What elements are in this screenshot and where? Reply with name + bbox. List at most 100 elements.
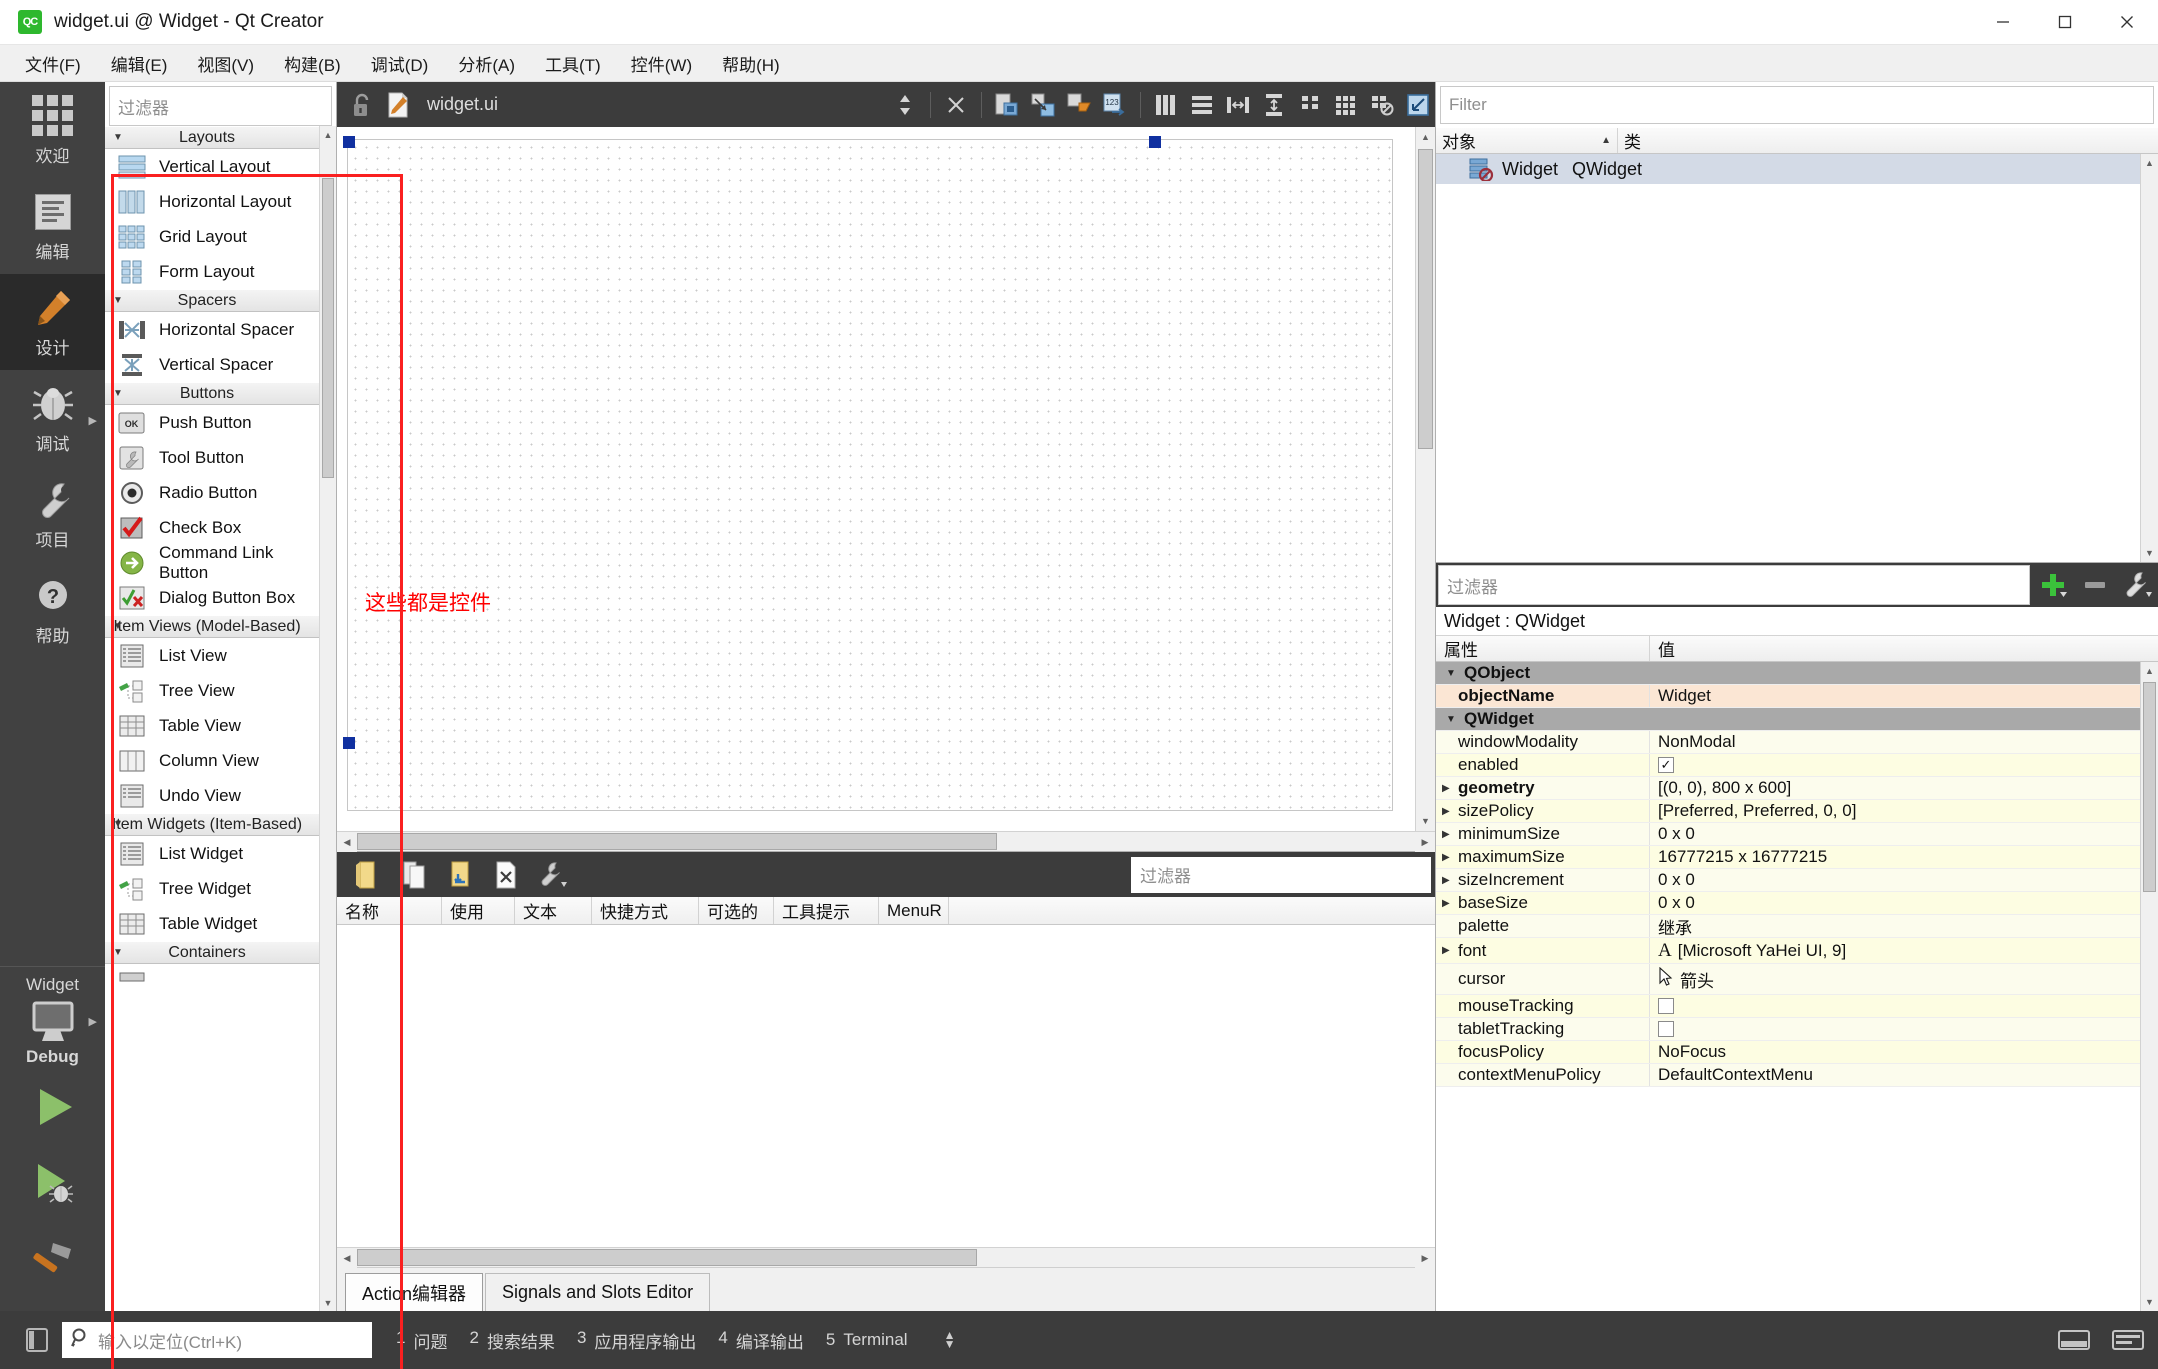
widget-item-tree-view[interactable]: Tree View [105, 673, 319, 708]
chevron-down-icon[interactable]: ▼ [1446, 714, 1456, 725]
output-pane-terminal[interactable]: 5 Terminal [826, 1330, 908, 1350]
chevron-right-icon[interactable]: ▶ [1442, 875, 1450, 886]
scroll-down-arrow-icon[interactable]: ▼ [320, 1294, 336, 1311]
column-header-used[interactable]: 使用 [442, 897, 515, 924]
property-row-tablettracking[interactable]: tabletTracking [1436, 1018, 2158, 1041]
widget-item-column-view[interactable]: Column View [105, 743, 319, 778]
property-row-windowmodality[interactable]: windowModality NonModal [1436, 731, 2158, 754]
property-row-sizeincrement[interactable]: ▶ sizeIncrement 0 x 0 [1436, 869, 2158, 892]
widget-item-form-layout[interactable]: Form Layout [105, 254, 319, 289]
widget-item-undo-view[interactable]: Undo View [105, 778, 319, 813]
maximize-button[interactable] [2034, 0, 2096, 45]
property-row-cursor[interactable]: cursor 箭头 [1436, 964, 2158, 995]
canvas-vertical-scrollbar[interactable]: ▲ ▼ [1415, 127, 1435, 831]
property-row-maximumsize[interactable]: ▶ maximumSize 16777215 x 16777215 [1436, 846, 2158, 869]
property-value[interactable] [1650, 995, 2158, 1017]
updown-arrows-icon[interactable] [888, 88, 922, 122]
chevron-down-icon[interactable]: ▼ [1446, 668, 1456, 679]
kit-arrow-icon[interactable]: ▶ [89, 1015, 97, 1028]
mode-debug[interactable]: ▶ 调试 [0, 370, 105, 466]
menu-view[interactable]: 视图(V) [182, 47, 269, 80]
output-pane-compile-output[interactable]: 4 编译输出 [718, 1328, 803, 1353]
edit-tab-order-icon[interactable]: 123 [1098, 88, 1132, 122]
enabled-checkbox[interactable]: ✓ [1658, 757, 1674, 773]
mode-help[interactable]: ? 帮助 [0, 562, 105, 658]
property-row-geometry[interactable]: ▶ geometry [(0, 0), 800 x 600] [1436, 777, 2158, 800]
property-value[interactable]: A [Microsoft YaHei UI, 9] [1650, 938, 2158, 963]
menu-window[interactable]: 控件(W) [616, 47, 707, 80]
adjust-size-icon[interactable] [1401, 88, 1435, 122]
chevron-right-icon[interactable]: ▶ [1442, 945, 1450, 956]
widget-item-container-partial[interactable] [105, 964, 319, 999]
tab-action-editor[interactable]: Action编辑器 [345, 1273, 484, 1311]
add-property-button[interactable] [2032, 563, 2074, 607]
menu-analyze[interactable]: 分析(A) [443, 47, 530, 80]
layout-splitter-vertical-icon[interactable] [1257, 88, 1291, 122]
layout-vertically-icon[interactable] [1185, 88, 1219, 122]
output-pane-issues[interactable]: 1 问题 [396, 1328, 447, 1353]
mode-edit[interactable]: 编辑 [0, 178, 105, 274]
widget-item-horizontal-layout[interactable]: Horizontal Layout [105, 184, 319, 219]
layout-form-icon[interactable] [1293, 88, 1327, 122]
object-inspector-row-widget[interactable]: Widget QWidget [1436, 154, 2158, 184]
scroll-left-arrow-icon[interactable]: ◀ [337, 1248, 357, 1268]
output-pane-application-output[interactable]: 3 应用程序输出 [577, 1328, 696, 1353]
object-inspector-filter-input[interactable]: Filter [1440, 86, 2154, 124]
column-header-checkable[interactable]: 可选的 [699, 897, 774, 924]
debug-button[interactable] [0, 1145, 105, 1221]
property-value[interactable]: 继承 [1650, 915, 2158, 938]
canvas-horizontal-scrollbar[interactable]: ◀ ▶ [337, 831, 1435, 852]
column-header-name[interactable]: 名称 [337, 897, 442, 924]
scroll-up-arrow-icon[interactable]: ▲ [2141, 662, 2158, 680]
widget-item-command-link-button[interactable]: Command Link Button [105, 543, 319, 582]
property-value[interactable]: [Preferred, Preferred, 0, 0] [1650, 800, 2158, 822]
output-pane-toggle-icon[interactable] [2054, 1325, 2094, 1355]
property-scroll-thumb[interactable] [2143, 682, 2156, 892]
break-layout-icon[interactable] [1365, 88, 1399, 122]
menu-debug[interactable]: 调试(D) [356, 47, 444, 80]
menu-edit[interactable]: 编辑(E) [96, 47, 183, 80]
widgetbox-category-spacers[interactable]: ▼ Spacers [105, 289, 319, 312]
configure-property-button[interactable] [2116, 563, 2158, 607]
widget-item-table-view[interactable]: Table View [105, 708, 319, 743]
scroll-down-arrow-icon[interactable]: ▼ [2141, 544, 2158, 562]
mode-design[interactable]: 设计 [0, 274, 105, 370]
column-header-shortcut[interactable]: 快捷方式 [592, 897, 699, 924]
action-editor-hscrollbar[interactable]: ◀ ▶ [337, 1247, 1435, 1268]
menu-tools[interactable]: 工具(T) [530, 47, 616, 80]
resize-handle-top-left[interactable] [343, 136, 355, 148]
scroll-up-arrow-icon[interactable]: ▲ [2141, 154, 2158, 172]
locator-input[interactable]: 输入以定位(Ctrl+K) [62, 1322, 372, 1358]
column-header-value[interactable]: 值 [1650, 636, 2158, 661]
open-file-name[interactable]: widget.ui [427, 94, 498, 115]
edit-signals-slots-icon[interactable] [1026, 88, 1060, 122]
property-value[interactable]: 0 x 0 [1650, 823, 2158, 845]
remove-property-button[interactable] [2074, 563, 2116, 607]
property-value[interactable]: NoFocus [1650, 1041, 2158, 1063]
layout-horizontally-icon[interactable] [1149, 88, 1183, 122]
widgetbox-scrollbar[interactable]: ▲ ▼ [319, 126, 336, 1311]
tablettracking-checkbox[interactable] [1658, 1021, 1674, 1037]
property-group-qwidget[interactable]: ▼ QWidget [1436, 708, 2158, 731]
widget-item-vertical-layout[interactable]: Vertical Layout [105, 149, 319, 184]
property-value[interactable]: [(0, 0), 800 x 600] [1650, 777, 2158, 799]
widget-item-push-button[interactable]: OK Push Button [105, 405, 319, 440]
mode-debug-arrow-icon[interactable]: ▶ [89, 414, 97, 427]
widgetbox-category-layouts[interactable]: ▼ Layouts [105, 126, 319, 149]
property-editor-scrollbar[interactable]: ▲ ▼ [2140, 662, 2158, 1311]
scroll-left-arrow-icon[interactable]: ◀ [337, 832, 357, 852]
scroll-down-arrow-icon[interactable]: ▼ [1416, 811, 1435, 831]
sidebar-icon[interactable] [24, 1327, 50, 1353]
menu-build[interactable]: 构建(B) [269, 47, 356, 80]
new-action-icon[interactable] [349, 858, 387, 892]
paste-action-icon[interactable] [441, 858, 479, 892]
run-button[interactable] [0, 1069, 105, 1145]
property-row-focuspolicy[interactable]: focusPolicy NoFocus [1436, 1041, 2158, 1064]
widget-item-tool-button[interactable]: Tool Button [105, 440, 319, 475]
canvas-hscroll-thumb[interactable] [357, 833, 997, 850]
delete-action-icon[interactable] [487, 858, 525, 892]
output-pane-search-results[interactable]: 2 搜索结果 [469, 1328, 554, 1353]
mode-welcome[interactable]: 欢迎 [0, 82, 105, 178]
widget-item-list-view[interactable]: List View [105, 638, 319, 673]
widget-item-radio-button[interactable]: Radio Button [105, 475, 319, 510]
